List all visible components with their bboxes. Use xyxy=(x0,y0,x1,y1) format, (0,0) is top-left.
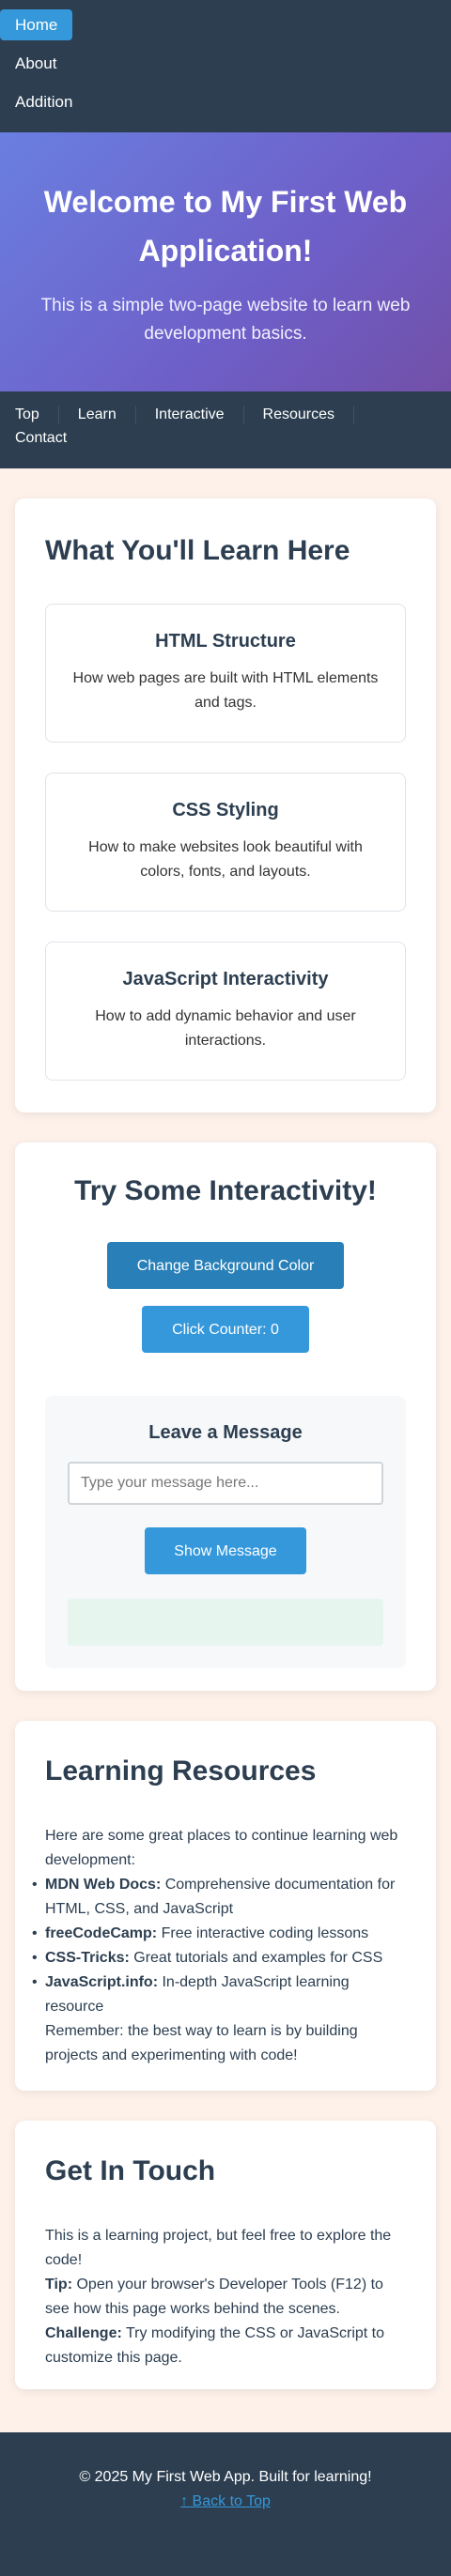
tip-label: Tip: xyxy=(45,2277,73,2292)
section-link-learn[interactable]: Learn xyxy=(78,406,136,424)
resources-section: Learning Resources Here are some great p… xyxy=(15,1721,436,2091)
contact-section: Get In Touch This is a learning project,… xyxy=(15,2121,436,2389)
message-input[interactable] xyxy=(68,1462,383,1505)
interactive-heading: Try Some Interactivity! xyxy=(74,1175,377,1206)
tip-text: Open your browser's Developer Tools (F12… xyxy=(45,2277,383,2317)
nav-about-link[interactable]: About xyxy=(0,48,71,79)
bullet-icon: • xyxy=(32,1877,38,1893)
interactive-section: Try Some Interactivity! Change Backgroun… xyxy=(15,1142,436,1691)
resource-name: MDN Web Docs: xyxy=(45,1877,162,1893)
contact-intro: This is a learning project, but feel fre… xyxy=(45,2228,392,2268)
bullet-icon: • xyxy=(32,1925,38,1941)
top-navigation: Home About Addition xyxy=(0,0,451,132)
back-to-top-link[interactable]: ↑ Back to Top xyxy=(180,2493,271,2509)
feature-title: CSS Styling xyxy=(172,800,279,820)
click-counter-button[interactable]: Click Counter: 0 xyxy=(142,1306,309,1353)
resources-list: • MDN Web Docs: Comprehensive documentati… xyxy=(32,1873,406,2019)
challenge-label: Challenge: xyxy=(45,2325,122,2341)
nav-addition-link[interactable]: Addition xyxy=(0,86,87,117)
resources-heading: Learning Resources xyxy=(45,1756,317,1786)
footer-copyright: © 2025 My First Web App. Built for learn… xyxy=(79,2469,372,2485)
resource-name: freeCodeCamp: xyxy=(45,1925,158,1941)
section-link-contact[interactable]: Contact xyxy=(15,429,86,448)
feature-title: HTML Structure xyxy=(155,631,296,652)
hero-banner: Welcome to My First Web Application! Thi… xyxy=(0,132,451,391)
nav-home-link[interactable]: Home xyxy=(0,9,73,40)
contact-body: This is a learning project, but feel fre… xyxy=(45,2224,406,2370)
change-background-button[interactable]: Change Background Color xyxy=(107,1242,344,1289)
feature-title: JavaScript Interactivity xyxy=(122,969,329,989)
list-item: • JavaScript.info: In-depth JavaScript le… xyxy=(32,1970,406,2019)
section-navigation: Top Learn Interactive Resources Contact xyxy=(0,391,451,468)
contact-heading: Get In Touch xyxy=(45,2155,216,2186)
list-item: • MDN Web Docs: Comprehensive documentati… xyxy=(32,1873,406,1922)
feature-card-html: HTML Structure How web pages are built w… xyxy=(45,604,406,743)
hero-subtitle: This is a simple two-page website to lea… xyxy=(40,296,411,344)
contact-tip: Tip: Open your browser's Developer Tools… xyxy=(45,2273,406,2322)
section-link-resources[interactable]: Resources xyxy=(263,406,355,424)
message-panel: Leave a Message Show Message xyxy=(45,1396,406,1668)
resources-outro: Remember: the best way to learn is by bu… xyxy=(45,2023,358,2063)
resource-name: CSS-Tricks: xyxy=(45,1950,130,1966)
resource-name: JavaScript.info: xyxy=(45,1974,159,1990)
learn-heading: What You'll Learn Here xyxy=(45,535,350,566)
section-link-interactive[interactable]: Interactive xyxy=(155,406,244,424)
resources-intro: Here are some great places to continue l… xyxy=(45,1828,398,1868)
resource-desc: Free interactive coding lessons xyxy=(157,1925,369,1941)
resources-body: Here are some great places to continue l… xyxy=(32,1824,406,2068)
message-output xyxy=(68,1599,383,1646)
feature-card-javascript: JavaScript Interactivity How to add dyna… xyxy=(45,942,406,1081)
message-heading: Leave a Message xyxy=(148,1422,303,1443)
show-message-button[interactable]: Show Message xyxy=(145,1527,306,1574)
feature-text: How to make websites look beautiful with… xyxy=(88,839,363,880)
resource-desc: Great tutorials and examples for CSS xyxy=(129,1950,383,1966)
hero-title: Welcome to My First Web Application! xyxy=(43,185,408,268)
bullet-icon: • xyxy=(32,1974,38,1990)
contact-challenge: Challenge: Try modifying the CSS or Java… xyxy=(45,2322,406,2370)
feature-text: How web pages are built with HTML elemen… xyxy=(72,670,379,711)
list-item: • CSS-Tricks: Great tutorials and example… xyxy=(32,1946,406,1970)
page-footer: © 2025 My First Web App. Built for learn… xyxy=(0,2432,451,2576)
feature-text: How to add dynamic behavior and user int… xyxy=(95,1008,356,1049)
learn-section: What You'll Learn Here HTML Structure Ho… xyxy=(15,498,436,1112)
bullet-icon: • xyxy=(32,1950,38,1966)
feature-card-css: CSS Styling How to make websites look be… xyxy=(45,773,406,912)
list-item: • freeCodeCamp: Free interactive coding l… xyxy=(32,1922,406,1946)
section-link-top[interactable]: Top xyxy=(15,406,59,424)
